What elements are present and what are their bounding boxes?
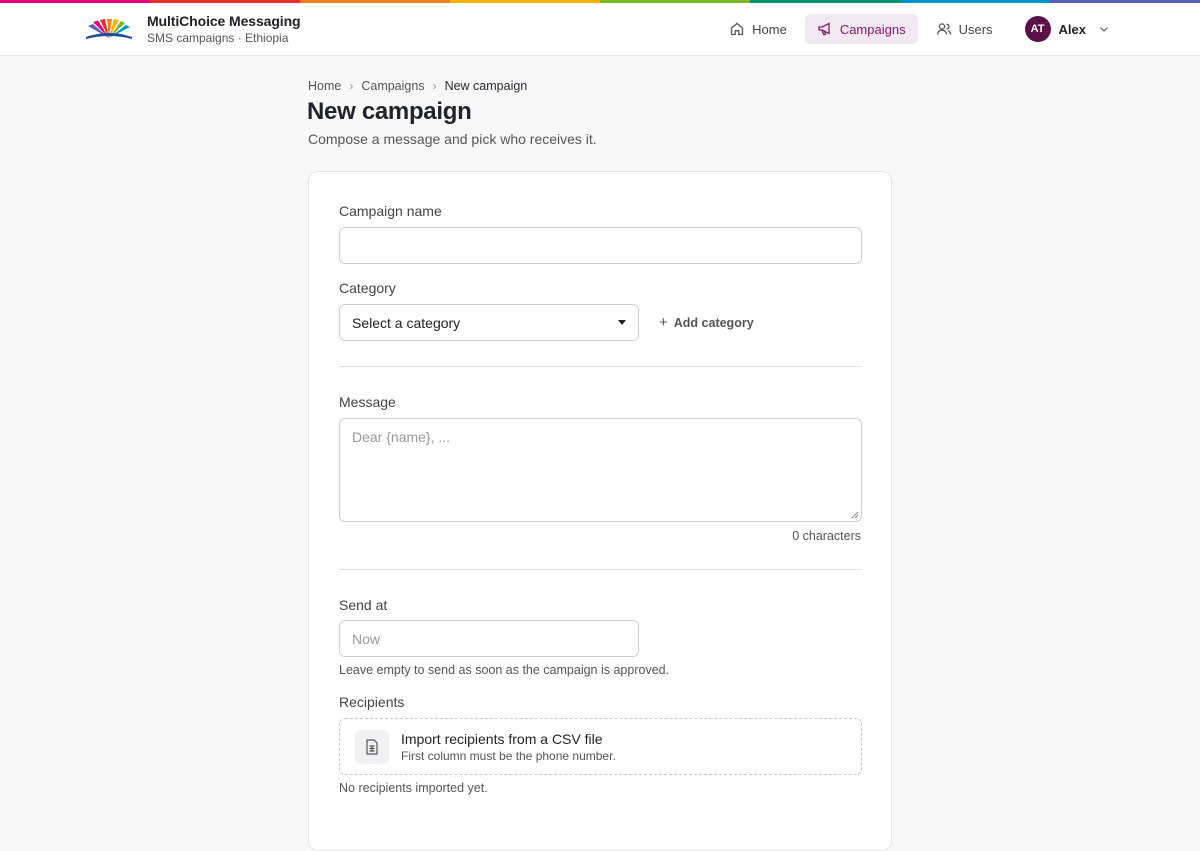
- add-category-button[interactable]: + Add category: [659, 314, 754, 331]
- breadcrumb-home[interactable]: Home: [308, 79, 341, 93]
- page-title: New campaign: [307, 98, 472, 125]
- send-at-hint: Leave empty to send as soon as the campa…: [339, 663, 670, 677]
- app-subtitle: SMS campaigns · Ethiopia: [147, 31, 289, 45]
- nav-users-label: Users: [958, 21, 993, 37]
- user-name: Alex: [1058, 21, 1086, 37]
- campaign-name-label: Campaign name: [339, 203, 442, 219]
- app-header: MultiChoice Messaging SMS campaigns · Et…: [0, 3, 1200, 56]
- send-at-label: Send at: [339, 597, 388, 613]
- main-nav: Home Campaigns Users AT Alex: [717, 14, 1110, 44]
- megaphone-icon: [818, 22, 830, 36]
- chevron-down-icon: [1100, 27, 1108, 32]
- chevron-right-icon: ›: [349, 79, 354, 93]
- import-subtitle: First column must be the phone number.: [401, 748, 616, 763]
- add-category-label: Add category: [673, 315, 754, 330]
- recipients-status: No recipients imported yet.: [339, 781, 488, 795]
- home-icon: [730, 22, 744, 36]
- nav-home[interactable]: Home: [717, 14, 799, 44]
- nav-users[interactable]: Users: [924, 14, 1005, 44]
- csv-import-dropzone[interactable]: Import recipients from a CSV file First …: [339, 718, 862, 775]
- category-select[interactable]: Select a category: [339, 304, 639, 341]
- nav-campaigns[interactable]: Campaigns: [804, 14, 918, 44]
- campaign-form-card: Campaign name Category Select a category…: [308, 171, 892, 851]
- chevron-right-icon: ›: [432, 79, 437, 93]
- user-menu[interactable]: AT Alex: [1024, 16, 1110, 42]
- plus-icon: +: [659, 314, 668, 331]
- breadcrumb: Home › Campaigns › New campaign: [308, 79, 527, 93]
- resize-grip-icon[interactable]: [851, 511, 859, 519]
- section-divider: [339, 569, 862, 570]
- nav-campaigns-label: Campaigns: [839, 21, 906, 37]
- message-label: Message: [339, 394, 396, 410]
- avatar: AT: [1024, 16, 1051, 42]
- brand[interactable]: MultiChoice Messaging SMS campaigns · Et…: [84, 13, 301, 45]
- send-at-input[interactable]: Now: [339, 620, 639, 657]
- app-title: MultiChoice Messaging: [147, 13, 301, 29]
- caret-down-icon: [618, 320, 626, 325]
- message-char-counter: 0 characters: [792, 529, 861, 543]
- message-placeholder: Dear {name}, ...: [352, 429, 451, 445]
- users-icon: [936, 23, 951, 35]
- category-selected-value: Select a category: [352, 314, 461, 331]
- nav-home-label: Home: [752, 21, 787, 37]
- campaign-name-input[interactable]: [339, 227, 862, 264]
- file-spreadsheet-icon: [355, 729, 389, 764]
- recipients-label: Recipients: [339, 694, 405, 710]
- category-label: Category: [339, 280, 396, 296]
- section-divider: [339, 366, 862, 367]
- page-subtitle: Compose a message and pick who receives …: [308, 131, 597, 147]
- breadcrumb-campaigns[interactable]: Campaigns: [361, 79, 424, 93]
- import-title: Import recipients from a CSV file: [401, 730, 603, 747]
- multichoice-logo-icon: [86, 19, 132, 39]
- breadcrumb-current: New campaign: [444, 79, 528, 93]
- message-textarea[interactable]: Dear {name}, ...: [339, 418, 862, 522]
